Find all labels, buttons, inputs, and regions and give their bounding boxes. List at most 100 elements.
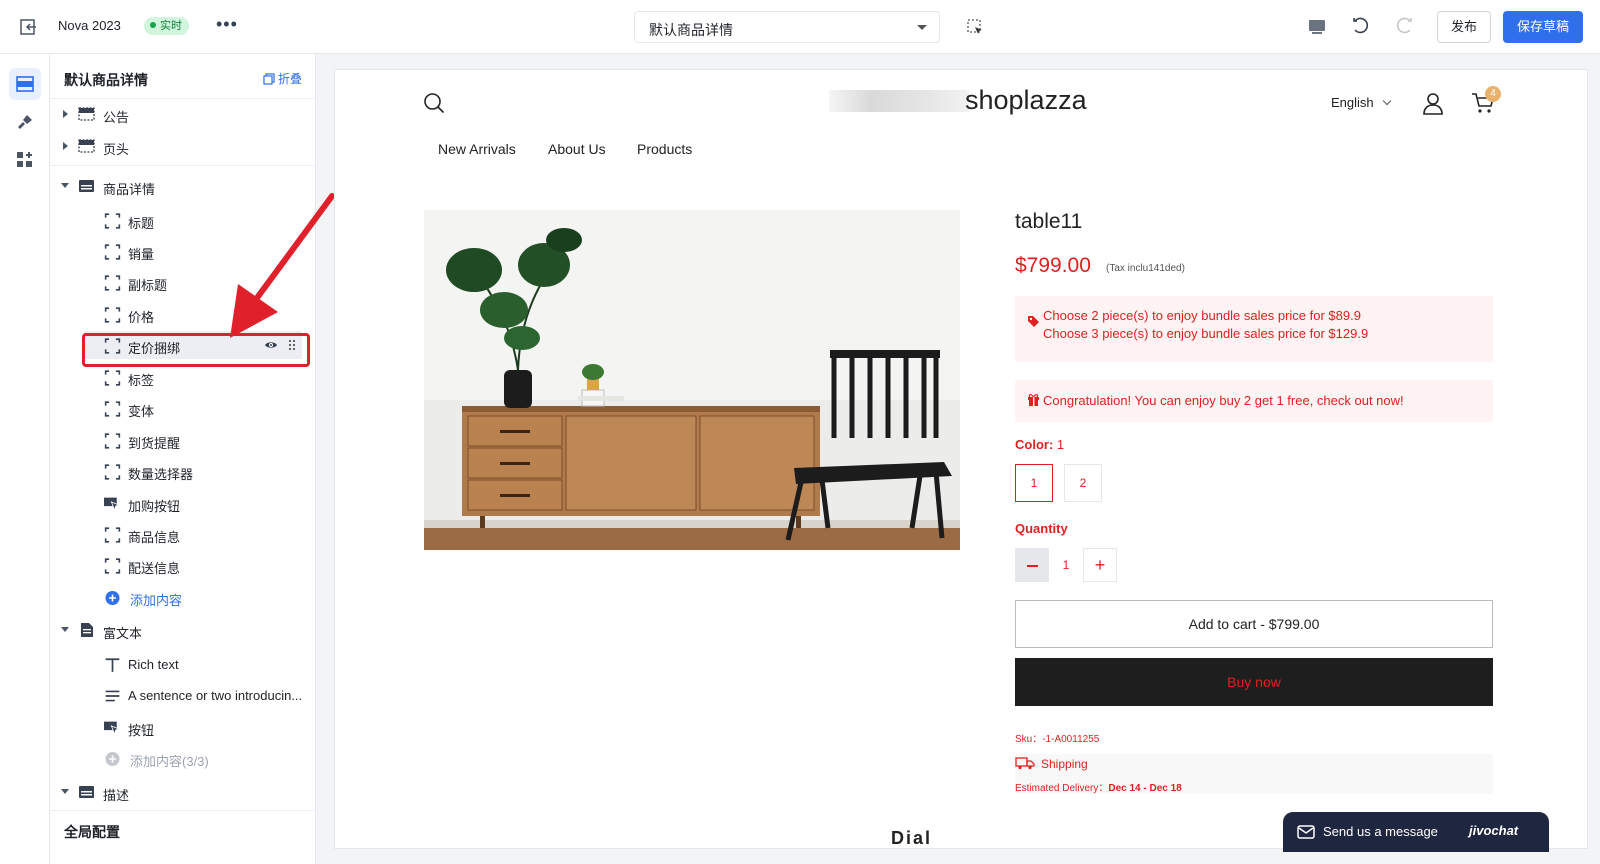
annotation-arrow-icon	[230, 193, 335, 338]
cart-count-badge: 4	[1485, 86, 1501, 102]
gift-icon	[1028, 394, 1039, 406]
quantity-label: Quantity	[1015, 521, 1068, 536]
section-header[interactable]: 页头	[50, 132, 316, 160]
sku-text: Sku：-1-A0011255	[1015, 734, 1100, 745]
block-item[interactable]: 标签	[50, 363, 316, 391]
block-label: 配送信息	[128, 561, 181, 576]
add-content-label: 添加内容(3/3)	[130, 754, 209, 769]
inspect-select-icon[interactable]	[965, 17, 985, 37]
block-item[interactable]: 加购按钮	[50, 489, 316, 517]
bundle-offer-line: Choose 3 piece(s) to enjoy bundle sales …	[1043, 326, 1369, 341]
block-frame-icon	[104, 527, 121, 543]
chevron-down-icon	[917, 25, 927, 30]
add-content-button[interactable]: 添加内容	[50, 583, 316, 611]
block-label: 价格	[128, 310, 155, 325]
quantity-decrease-button[interactable]	[1015, 548, 1049, 582]
block-label: 加购按钮	[128, 499, 181, 514]
quantity-value[interactable]: 1	[1049, 548, 1083, 582]
color-option-selected[interactable]: 1	[1015, 464, 1053, 502]
redo-icon[interactable]	[1393, 15, 1415, 37]
block-label: 到货提醒	[128, 436, 181, 451]
estimated-delivery-date: Dec 14 - Dec 18	[1108, 783, 1182, 794]
global-config-label[interactable]: 全局配置	[64, 822, 120, 842]
text-t-icon	[105, 658, 120, 672]
store-logo[interactable]: shoplazza	[965, 85, 1087, 116]
block-item[interactable]: 商品信息	[50, 520, 316, 548]
shipping-title: Shipping	[1041, 757, 1088, 771]
bundle-offer-line: Choose 2 piece(s) to enjoy bundle sales …	[1043, 308, 1361, 323]
promotion-text: Congratulation! You can enjoy buy 2 get …	[1043, 393, 1404, 408]
bundle-pricing-block[interactable]: Choose 2 piece(s) to enjoy bundle sales …	[1015, 296, 1493, 362]
block-frame-icon	[104, 213, 121, 229]
color-label: Color: 1	[1015, 437, 1065, 452]
product-price: $799.00	[1015, 254, 1091, 277]
expand-arrow-icon[interactable]	[63, 142, 68, 150]
section-label: 商品详情	[103, 182, 156, 197]
plus-circle-icon	[105, 591, 120, 605]
chat-label: Send us a message	[1323, 824, 1438, 839]
block-label: 数量选择器	[128, 467, 194, 482]
block-frame-icon	[104, 433, 121, 449]
collapse-arrow-icon[interactable]	[61, 789, 69, 794]
chevron-down-icon	[1382, 96, 1391, 106]
block-frame-icon	[104, 558, 121, 574]
section-description[interactable]: 描述	[50, 778, 316, 806]
blurred-logo-image	[829, 90, 969, 112]
section-layout-icon	[78, 107, 95, 121]
rail-theme-button[interactable]	[9, 106, 41, 138]
color-option[interactable]: 2	[1064, 464, 1102, 502]
search-icon[interactable]	[423, 92, 445, 114]
block-item[interactable]: 数量选择器	[50, 457, 316, 485]
block-label: 变体	[128, 404, 155, 419]
block-item[interactable]: 到货提醒	[50, 426, 316, 454]
publish-button[interactable]: 发布	[1437, 11, 1491, 43]
add-content-label: 添加内容	[130, 593, 183, 608]
collapse-arrow-icon[interactable]	[61, 627, 69, 632]
section-rich-text[interactable]: 富文本	[50, 616, 316, 644]
language-selector[interactable]: English	[1331, 95, 1391, 110]
nav-link-new-arrivals[interactable]: New Arrivals	[438, 141, 516, 157]
desktop-view-icon[interactable]	[1306, 16, 1328, 38]
section-label: 页头	[103, 142, 130, 157]
user-account-icon[interactable]	[1421, 91, 1445, 115]
nav-link-products[interactable]: Products	[637, 141, 692, 157]
icon-rail	[0, 54, 50, 864]
block-item[interactable]: 配送信息	[50, 551, 316, 579]
block-frame-icon	[104, 244, 121, 260]
nav-link-about-us[interactable]: About Us	[548, 141, 606, 157]
exit-icon[interactable]	[18, 17, 38, 37]
add-to-cart-button[interactable]: Add to cart - $799.00	[1015, 600, 1493, 648]
live-status-badge: 实时	[144, 17, 189, 35]
block-item[interactable]: 按钮	[50, 713, 316, 741]
top-bar: Nova 2023 实时 ••• 默认商品详情 发布 保存草稿	[0, 0, 1600, 54]
quantity-increase-button[interactable]: +	[1083, 548, 1117, 582]
section-announcement[interactable]: 公告	[50, 100, 316, 128]
sections-layout-icon	[16, 76, 34, 92]
block-frame-icon	[104, 275, 121, 291]
buy-now-button[interactable]: Buy now	[1015, 658, 1493, 706]
estimated-delivery: Estimated Delivery：Dec 14 - Dec 18	[1015, 783, 1182, 794]
template-select[interactable]: 默认商品详情	[634, 11, 940, 43]
chat-widget[interactable]: Send us a message jivochat	[1283, 812, 1549, 852]
save-draft-button[interactable]: 保存草稿	[1503, 11, 1583, 43]
block-item[interactable]: A sentence or two introducin...	[50, 681, 316, 709]
expand-arrow-icon[interactable]	[63, 110, 68, 118]
block-frame-icon	[104, 401, 121, 417]
promotion-banner: Congratulation! You can enjoy buy 2 get …	[1015, 380, 1493, 422]
sidebar-title: 默认商品详情	[64, 72, 148, 88]
price-tag-icon	[1028, 316, 1039, 327]
add-content-disabled: 添加内容(3/3)	[50, 744, 316, 772]
collapse-arrow-icon[interactable]	[61, 183, 69, 188]
undo-icon[interactable]	[1350, 15, 1372, 37]
block-item[interactable]: 变体	[50, 394, 316, 422]
more-options-button[interactable]: •••	[216, 14, 238, 35]
rail-sections-button[interactable]	[9, 68, 41, 100]
rail-apps-button[interactable]	[9, 144, 41, 176]
fold-button[interactable]: 折叠	[263, 70, 302, 87]
block-item[interactable]: Rich text	[50, 650, 316, 678]
block-label: 副标题	[128, 278, 168, 293]
product-image[interactable]	[424, 210, 960, 550]
block-label: 标题	[128, 216, 155, 231]
product-section-icon	[79, 786, 94, 798]
apps-grid-icon	[17, 152, 32, 167]
